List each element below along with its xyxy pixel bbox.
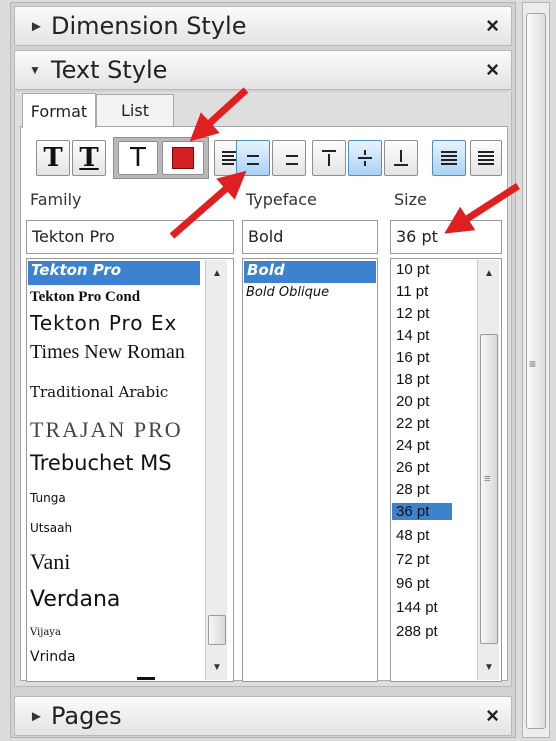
family-field[interactable]: Tekton Pro [26,220,234,254]
list-item[interactable]: 16 pt [394,349,431,366]
text-t-icon: T [79,143,99,173]
list-item[interactable]: 48 pt [394,527,431,544]
list-item[interactable]: Tekton Pro Cond [30,289,140,306]
align-bottom-icon [394,150,408,166]
list-item[interactable]: 96 pt [394,575,431,592]
text-t-icon: T [43,143,63,173]
close-icon[interactable]: × [486,13,499,39]
family-label: Family [30,190,82,209]
list-item[interactable]: 11 pt [394,283,430,300]
text-color-button[interactable] [162,141,204,175]
align-center-icon [244,151,262,165]
align-bottom-button[interactable] [384,140,418,176]
align-middle-button[interactable] [348,140,382,176]
justify-button[interactable] [432,140,466,176]
tab-list[interactable]: List [96,94,174,127]
scroll-thumb[interactable] [208,615,226,645]
section-title: Pages [51,702,122,730]
section-text-style[interactable]: ▼ Text Style × [14,50,512,90]
list-item[interactable]: Bold Oblique [246,285,329,300]
text-style-t-button-2[interactable]: T [72,140,106,176]
typeface-label: Typeface [246,190,317,209]
list-item[interactable]: 12 pt [394,305,431,322]
align-right-icon [280,151,298,165]
close-icon[interactable]: × [486,703,499,729]
grip-icon: ≡ [484,473,491,485]
typeface-list[interactable]: Bold Bold Oblique [242,258,378,682]
text-t-icon: T [130,143,146,173]
list-item[interactable]: Tunga [30,491,66,505]
list-item[interactable]: Traditional Arabic [30,383,168,401]
align-top-button[interactable] [312,140,346,176]
tab-format[interactable]: Format [22,93,96,128]
list-item[interactable]: Vani [30,549,70,575]
list-item[interactable]: 14 pt [394,327,431,344]
scroll-thumb[interactable]: ≡ [480,334,498,644]
list-item[interactable]: Trebuchet MS [30,451,172,475]
font-preview-fragment [137,677,155,680]
list-item[interactable]: 36 pt [392,503,452,520]
list-item[interactable]: 20 pt [394,393,431,410]
align-center-button[interactable] [236,140,270,176]
text-style-t-button-3[interactable]: T [118,141,158,175]
list-item[interactable]: TRAJAN PRO [30,417,183,443]
text-style-t-button-1[interactable]: T [36,140,70,176]
section-dimension-style[interactable]: ► Dimension Style × [14,6,512,46]
size-list-scrollbar[interactable]: ▲ ≡ ▼ [477,260,499,680]
expand-arrow-icon[interactable]: ► [29,18,51,35]
close-icon[interactable]: × [486,57,499,83]
scroll-down-icon[interactable]: ▼ [478,662,500,673]
justify-all-icon [478,151,494,165]
expand-arrow-icon[interactable]: ► [29,708,51,725]
list-item[interactable]: 26 pt [394,459,431,476]
align-right-button[interactable] [272,140,306,176]
justify-icon [441,151,457,165]
panel-scrollbar[interactable]: ≡ [522,2,550,738]
collapse-arrow-icon[interactable]: ▼ [29,63,51,77]
list-item[interactable]: 144 pt [394,599,440,616]
list-item[interactable]: Vijaya [30,627,61,638]
list-item[interactable]: Tekton Pro [28,261,200,285]
list-item[interactable]: 22 pt [394,415,431,432]
list-item[interactable]: Bold [244,261,376,283]
family-list[interactable]: Tekton Pro Tekton Pro Cond Tekton Pro Ex… [26,258,234,682]
list-item[interactable]: Verdana [30,587,120,612]
align-top-icon [322,150,336,166]
family-list-scrollbar[interactable]: ▲ ▼ [205,260,227,680]
scroll-up-icon[interactable]: ▲ [478,268,500,279]
scroll-up-icon[interactable]: ▲ [206,268,228,279]
list-item[interactable]: Vrinda [30,649,76,665]
justify-all-button[interactable] [470,140,502,176]
section-title: Text Style [51,56,168,84]
section-title: Dimension Style [51,12,247,40]
list-item[interactable]: Utsaah [30,521,72,535]
align-middle-icon [358,150,372,166]
section-pages[interactable]: ► Pages × [14,696,512,736]
list-item[interactable]: 288 pt [394,623,440,640]
list-item[interactable]: Tekton Pro Ex [30,311,177,335]
list-item[interactable]: 72 pt [394,551,431,568]
list-item[interactable]: 10 pt [394,261,431,278]
size-list[interactable]: 10 pt 11 pt 12 pt 14 pt 16 pt 18 pt 20 pt 22 pt… [390,258,502,682]
list-item[interactable]: 18 pt [394,371,431,388]
panel-scroll-thumb[interactable] [526,13,546,729]
scroll-down-icon[interactable]: ▼ [206,662,228,673]
list-item[interactable]: Times New Roman [30,341,185,364]
size-label: Size [394,190,427,209]
typeface-field[interactable]: Bold [242,220,378,254]
text-color-swatch [172,147,194,169]
size-field[interactable]: 36 pt [390,220,502,254]
grip-icon: ≡ [529,357,537,371]
list-item[interactable]: 28 pt [394,481,431,498]
list-item[interactable]: 24 pt [394,437,431,454]
